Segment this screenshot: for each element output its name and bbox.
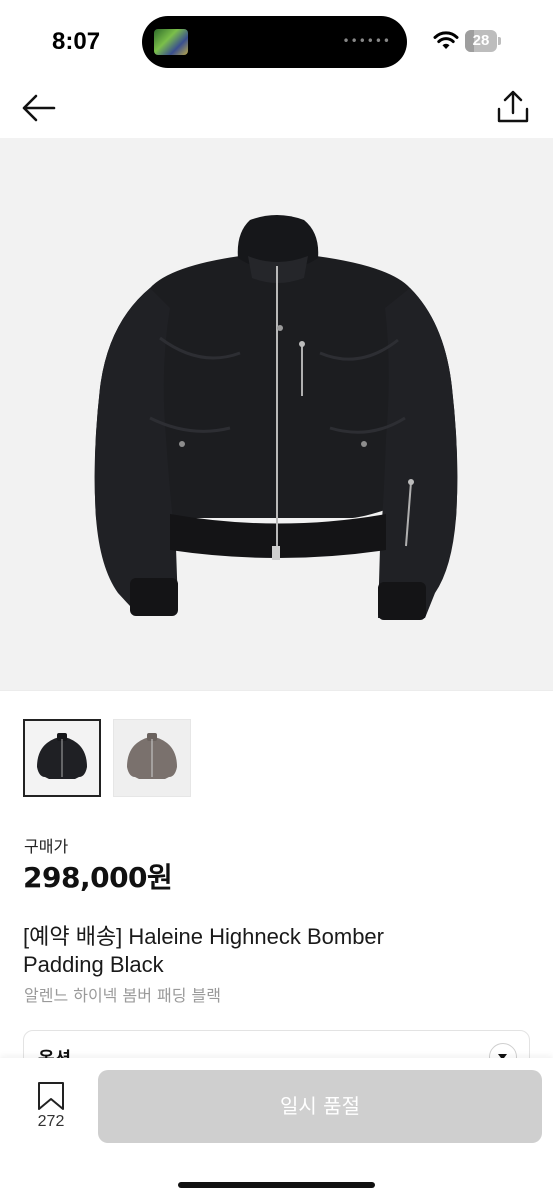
now-playing-thumbnail <box>154 29 188 55</box>
dynamic-island: •••••• <box>142 16 407 68</box>
status-time: 8:07 <box>52 28 101 55</box>
product-detail-screen: 8:07 •••••• 28 구매가 298,000원 [예약 배송] Hale… <box>0 0 553 1200</box>
island-dots-icon: •••••• <box>342 34 391 48</box>
thumbnail-black-jacket <box>37 733 87 779</box>
battery-body: 28 <box>465 30 497 52</box>
bookmark-button[interactable]: 272 <box>30 1080 72 1136</box>
share-upload-icon <box>497 90 529 123</box>
price-label: 구매가 <box>24 837 69 856</box>
thumbnail-2[interactable] <box>113 719 191 797</box>
status-bar: 8:07 •••••• 28 <box>0 0 553 80</box>
battery-level: 28 <box>472 32 490 49</box>
bookmark-icon <box>38 1082 64 1110</box>
arrow-left-icon <box>22 94 56 122</box>
product-hero-image[interactable] <box>0 138 553 690</box>
top-nav-bar <box>0 80 553 138</box>
wifi-icon <box>433 31 459 49</box>
home-indicator <box>178 1182 375 1188</box>
thumbnail-gray-jacket <box>127 733 177 779</box>
battery-tip <box>498 37 501 45</box>
product-name: [예약 배송] Haleine Highneck Bomber Padding … <box>23 923 493 979</box>
bomber-jacket-image <box>94 215 458 620</box>
product-name-korean: 알렌느 하이넥 봄버 패딩 블랙 <box>24 986 221 1005</box>
share-button[interactable] <box>490 86 536 130</box>
divider <box>0 690 553 691</box>
bottom-action-bar: 272 일시 품절 <box>0 1058 553 1200</box>
sold-out-button[interactable]: 일시 품절 <box>98 1070 542 1143</box>
bookmark-count: 272 <box>37 1113 65 1130</box>
back-button[interactable] <box>18 88 62 128</box>
price-value: 298,000원 <box>23 861 173 894</box>
product-name-line2: Padding Black <box>23 952 164 977</box>
product-name-line1: [예약 배송] Haleine Highneck Bomber <box>23 924 384 949</box>
thumbnail-1[interactable] <box>23 719 101 797</box>
battery-indicator: 28 <box>465 30 501 52</box>
